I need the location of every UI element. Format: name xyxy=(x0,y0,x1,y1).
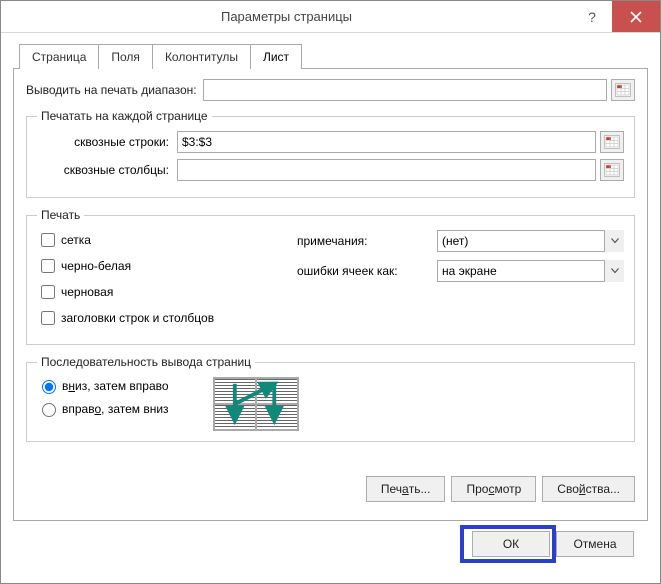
tab-headerfooter[interactable]: Колонтитулы xyxy=(153,44,251,69)
preview-page-4 xyxy=(256,404,298,430)
cols-repeat-input[interactable] xyxy=(177,159,596,181)
page-order-body: вниз, затем вправо вправо, затем вниз xyxy=(37,377,624,431)
range-picker-icon xyxy=(604,163,620,177)
print-group: Печать сетка черно-белая чер xyxy=(26,208,635,345)
print-range-picker-button[interactable] xyxy=(611,79,635,101)
errors-select-arrow[interactable] xyxy=(604,260,624,282)
close-button[interactable] xyxy=(612,1,660,32)
page-setup-dialog: Параметры страницы ? Страница Поля Колон… xyxy=(0,0,661,584)
errors-select[interactable]: на экране xyxy=(437,260,624,282)
tab-sheet-body: Выводить на печать диапазон: Печатать xyxy=(13,68,648,521)
rows-repeat-label: сквозные строки: xyxy=(37,135,177,149)
chevron-down-icon xyxy=(611,268,619,274)
close-icon xyxy=(630,11,642,23)
print-range-input[interactable] xyxy=(203,79,607,101)
tabs-strip: Страница Поля Колонтитулы Лист xyxy=(19,43,648,68)
print-range-label: Выводить на печать диапазон: xyxy=(26,83,197,97)
repeat-group: Печатать на каждой странице сквозные стр… xyxy=(26,109,635,198)
range-picker-icon xyxy=(615,83,631,97)
check-draft-box[interactable] xyxy=(41,285,55,299)
cols-repeat-row: сквозные столбцы: xyxy=(37,159,624,181)
radio-over-then-down[interactable]: вправо, затем вниз xyxy=(37,400,207,417)
cols-repeat-label: сквозные столбцы: xyxy=(37,163,177,177)
rows-repeat-picker-button[interactable] xyxy=(600,131,624,153)
check-headings-label: заголовки строк и столбцов xyxy=(61,311,214,325)
radio-down-then-over-label: вниз, затем вправо xyxy=(62,379,169,393)
print-range-row: Выводить на печать диапазон: xyxy=(26,79,635,101)
check-headings[interactable]: заголовки строк и столбцов xyxy=(37,308,287,328)
print-options-columns: сетка черно-белая черновая заголовк xyxy=(37,230,624,334)
page-order-preview xyxy=(213,377,299,431)
page-order-group: Последовательность вывода страниц вниз, … xyxy=(26,355,635,442)
check-bw[interactable]: черно-белая xyxy=(37,256,287,276)
repeat-group-legend: Печатать на каждой странице xyxy=(37,109,212,123)
errors-row: ошибки ячеек как: на экране xyxy=(297,260,624,282)
client-area: Страница Поля Колонтитулы Лист Выводить … xyxy=(1,33,660,583)
comments-label: примечания: xyxy=(297,234,437,248)
bottom-buttons-row: ОК Отмена xyxy=(13,521,648,571)
chevron-down-icon xyxy=(611,238,619,244)
ok-button[interactable]: ОК xyxy=(472,531,550,557)
check-gridlines[interactable]: сетка xyxy=(37,230,287,250)
radio-over-then-down-input[interactable] xyxy=(42,403,56,417)
comments-row: примечания: (нет) xyxy=(297,230,624,252)
options-button[interactable]: Свойства... xyxy=(542,476,635,502)
radio-down-then-over-input[interactable] xyxy=(42,380,56,394)
print-select-col: примечания: (нет) xyxy=(287,230,624,334)
radio-down-then-over[interactable]: вниз, затем вправо xyxy=(37,377,207,394)
check-draft[interactable]: черновая xyxy=(37,282,287,302)
print-group-legend: Печать xyxy=(37,208,84,222)
titlebar-controls: ? xyxy=(572,1,660,32)
rows-repeat-input[interactable] xyxy=(177,131,596,153)
cancel-button[interactable]: Отмена xyxy=(556,531,634,557)
tab-page[interactable]: Страница xyxy=(19,44,99,69)
errors-selected: на экране xyxy=(442,264,497,278)
check-gridlines-label: сетка xyxy=(61,233,91,247)
tab-margins[interactable]: Поля xyxy=(99,44,153,69)
comments-select[interactable]: (нет) xyxy=(437,230,624,252)
help-button[interactable]: ? xyxy=(572,1,612,32)
comments-select-arrow[interactable] xyxy=(604,230,624,252)
preview-page-2 xyxy=(256,378,298,404)
check-gridlines-box[interactable] xyxy=(41,233,55,247)
preview-page-3 xyxy=(214,404,256,430)
print-check-col: сетка черно-белая черновая заголовк xyxy=(37,230,287,334)
page-order-legend: Последовательность вывода страниц xyxy=(37,355,255,369)
check-bw-box[interactable] xyxy=(41,259,55,273)
dialog-title: Параметры страницы xyxy=(1,9,572,24)
range-picker-icon xyxy=(604,135,620,149)
check-headings-box[interactable] xyxy=(41,311,55,325)
titlebar: Параметры страницы ? xyxy=(1,1,660,33)
comments-selected: (нет) xyxy=(442,234,468,248)
tab-sheet[interactable]: Лист xyxy=(251,44,302,69)
print-button[interactable]: Печать... xyxy=(366,476,446,502)
preview-page-1 xyxy=(214,378,256,404)
cols-repeat-picker-button[interactable] xyxy=(600,159,624,181)
comments-select-wrap: (нет) xyxy=(437,230,624,252)
check-draft-label: черновая xyxy=(61,285,113,299)
errors-select-wrap: на экране xyxy=(437,260,624,282)
page-order-options: вниз, затем вправо вправо, затем вниз xyxy=(37,377,207,423)
preview-button[interactable]: Просмотр xyxy=(451,476,536,502)
radio-over-then-down-label: вправо, затем вниз xyxy=(62,402,169,416)
check-bw-label: черно-белая xyxy=(61,259,131,273)
mid-buttons-row: Печать... Просмотр Свойства... xyxy=(26,476,635,502)
rows-repeat-row: сквозные строки: xyxy=(37,131,624,153)
errors-label: ошибки ячеек как: xyxy=(297,264,437,278)
